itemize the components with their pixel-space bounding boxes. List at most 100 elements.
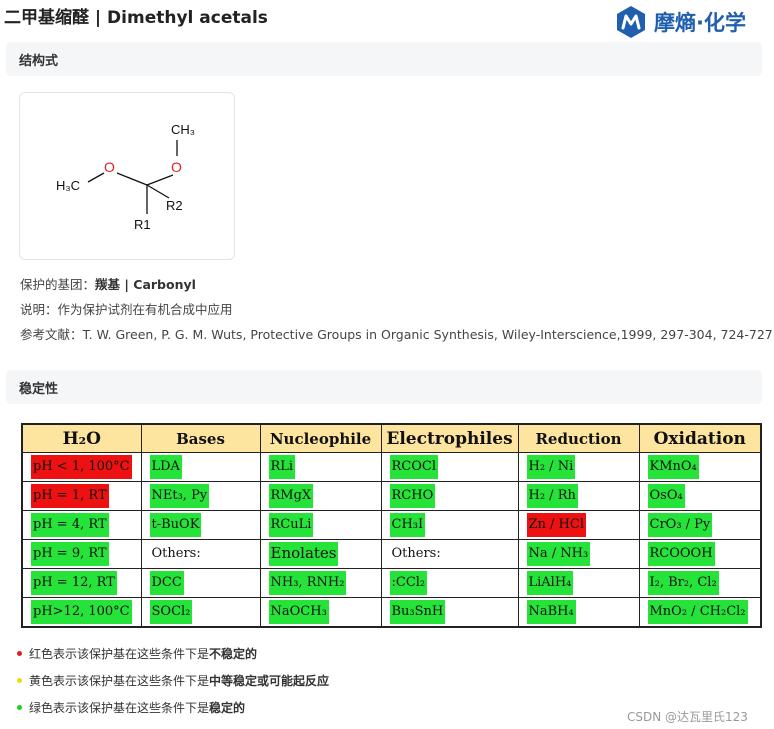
condition-label: :CCl₂: [389, 571, 428, 595]
table-cell-bases: LDA: [140, 452, 261, 482]
h3c-label: H₃C: [56, 178, 80, 193]
protected-group-line: 保护的基团：羰基 | Carbonyl: [20, 274, 196, 293]
table-cell-h2o: pH>12, 100°C: [21, 597, 142, 628]
table-cell-electrophiles: RCOCl: [380, 452, 519, 482]
condition-label: DCC: [149, 571, 184, 595]
table-cell-electrophiles: :CCl₂: [380, 568, 519, 598]
condition-label: Bu₃SnH: [389, 600, 446, 624]
table-cell-h2o: pH = 4, RT: [21, 510, 142, 540]
table-cell-nucleophile: RMgX: [259, 481, 382, 511]
description-label: 说明：: [20, 302, 58, 317]
table-cell-h2o: pH = 1, RT: [21, 481, 142, 511]
condition-label: MnO₂ / CH₂Cl₂: [647, 600, 748, 624]
condition-label: pH = 9, RT: [31, 542, 109, 566]
condition-label: H₂ / Rh: [526, 484, 578, 508]
legend-item-green: 绿色表示该保护基在这些条件下是 稳定的: [17, 699, 245, 716]
condition-label: RCuLi: [268, 513, 314, 537]
table-cell-nucleophile: Enolates: [259, 539, 382, 569]
reference-label: 参考文献：: [20, 327, 83, 342]
table-cell-electrophiles: Bu₃SnH: [380, 597, 519, 628]
table-cell-oxidation: I₂, Br₂, Cl₂: [638, 568, 762, 598]
condition-label: Zn / HCl: [526, 513, 586, 537]
table-cell-oxidation: OsO₄: [638, 481, 762, 511]
condition-label: RCOCl: [389, 455, 438, 479]
header-electrophiles: Electrophiles: [380, 423, 519, 453]
condition-label: H₂ / Ni: [526, 455, 576, 479]
table-body: pH < 1, 100°C LDA RLi RCOCl H₂ / Ni KMnO₄ pH =…: [21, 452, 762, 628]
condition-label: RCOOOH: [647, 542, 715, 566]
table-cell-bases: Others:: [140, 539, 261, 569]
table-row: pH = 4, RT t-BuOK RCuLi CH₃I Zn / HCl CrO₃ / …: [21, 510, 762, 540]
table-cell-bases: SOCl₂: [140, 597, 261, 628]
structure-card: CH₃ O O H₃C R2 R1: [19, 92, 235, 260]
legend-yellow-text: 黄色表示该保护基在这些条件下是: [29, 674, 210, 688]
section-stability: 稳定性: [6, 370, 762, 404]
condition-label: RMgX: [268, 484, 314, 508]
table-cell-h2o: pH = 12, RT: [21, 568, 142, 598]
condition-label: RLi: [268, 455, 296, 479]
legend-item-yellow: 黄色表示该保护基在这些条件下是 中等稳定或可能起反应: [17, 672, 329, 689]
table-cell-bases: t-BuOK: [140, 510, 261, 540]
table-cell-reduction: LiAlH₄: [517, 568, 640, 598]
table-cell-reduction: NaBH₄: [517, 597, 640, 628]
table-cell-h2o: pH = 9, RT: [21, 539, 142, 569]
oxygen-left-label: O: [104, 159, 115, 175]
brand-logo[interactable]: 摩熵·化学: [614, 4, 746, 40]
table-row: pH = 12, RT DCC NH₃, RNH₂ :CCl₂ LiAlH₄ I₂, Br…: [21, 568, 762, 598]
r2-label: R2: [166, 198, 183, 213]
table-cell-reduction: H₂ / Rh: [517, 481, 640, 511]
table-cell-reduction: H₂ / Ni: [517, 452, 640, 482]
page-title: 二甲基缩醛 | Dimethyl acetals: [4, 8, 268, 28]
table-cell-nucleophile: NaOCH₃: [259, 597, 382, 628]
table-row: pH < 1, 100°C LDA RLi RCOCl H₂ / Ni KMnO₄: [21, 452, 762, 482]
condition-label: Others:: [151, 546, 201, 561]
table-row: pH>12, 100°C SOCl₂ NaOCH₃ Bu₃SnH NaBH₄ MnO₂ /…: [21, 597, 762, 628]
table-cell-bases: NEt₃, Py: [140, 481, 261, 511]
condition-label: NEt₃, Py: [149, 484, 210, 508]
legend-red-text: 红色表示该保护基在这些条件下是: [29, 647, 210, 661]
condition-label: pH = 1, RT: [31, 484, 109, 508]
ch3-top-label: CH₃: [171, 122, 195, 137]
condition-label: Enolates: [268, 542, 339, 566]
watermark: CSDN @达瓦里氏123: [627, 710, 748, 724]
logo-text: 摩熵·化学: [654, 11, 746, 35]
table-cell-oxidation: KMnO₄: [638, 452, 762, 482]
description-line: 说明：作为保护试剂在有机合成中应用: [20, 299, 233, 318]
condition-label: CrO₃ / Py: [647, 513, 713, 537]
condition-label: CH₃I: [389, 513, 426, 537]
condition-label: Na / NH₃: [526, 542, 591, 566]
protected-group-label: 保护的基团：: [20, 277, 96, 292]
description-value: 作为保护试剂在有机合成中应用: [57, 302, 233, 317]
section-stability-title: 稳定性: [19, 382, 59, 397]
condition-label: pH < 1, 100°C: [31, 455, 132, 479]
red-dot-icon: [17, 651, 22, 656]
yellow-dot-icon: [17, 678, 22, 683]
condition-label: NH₃, RNH₂: [268, 571, 347, 595]
green-dot-icon: [17, 705, 22, 710]
table-cell-h2o: pH < 1, 100°C: [21, 452, 142, 482]
condition-label: LDA: [149, 455, 182, 479]
header-reduction: Reduction: [517, 423, 640, 453]
table-cell-nucleophile: RLi: [259, 452, 382, 482]
reference-value: T. W. Green, P. G. M. Wuts, Protective G…: [82, 327, 774, 342]
oxygen-right-label: O: [171, 159, 182, 175]
legend-green-text: 绿色表示该保护基在这些条件下是: [29, 701, 210, 715]
condition-label: NaOCH₃: [268, 600, 329, 624]
condition-label: t-BuOK: [149, 513, 202, 537]
logo-icon: [617, 6, 645, 38]
condition-label: pH>12, 100°C: [31, 600, 132, 624]
section-structure: 结构式: [6, 42, 762, 76]
table-cell-reduction: Zn / HCl: [517, 510, 640, 540]
table-cell-electrophiles: CH₃I: [380, 510, 519, 540]
stability-table: H₂O Bases Nucleophile Electrophiles Redu…: [21, 423, 762, 628]
table-cell-oxidation: MnO₂ / CH₂Cl₂: [638, 597, 762, 628]
table-row: pH = 1, RT NEt₃, Py RMgX RCHO H₂ / Rh OsO₄: [21, 481, 762, 511]
table-cell-nucleophile: RCuLi: [259, 510, 382, 540]
condition-label: pH = 12, RT: [31, 571, 117, 595]
condition-label: LiAlH₄: [526, 571, 574, 595]
header-bases: Bases: [140, 423, 261, 453]
header-nucleophile: Nucleophile: [259, 423, 382, 453]
condition-label: OsO₄: [647, 484, 685, 508]
table-cell-reduction: Na / NH₃: [517, 539, 640, 569]
condition-label: pH = 4, RT: [31, 513, 109, 537]
